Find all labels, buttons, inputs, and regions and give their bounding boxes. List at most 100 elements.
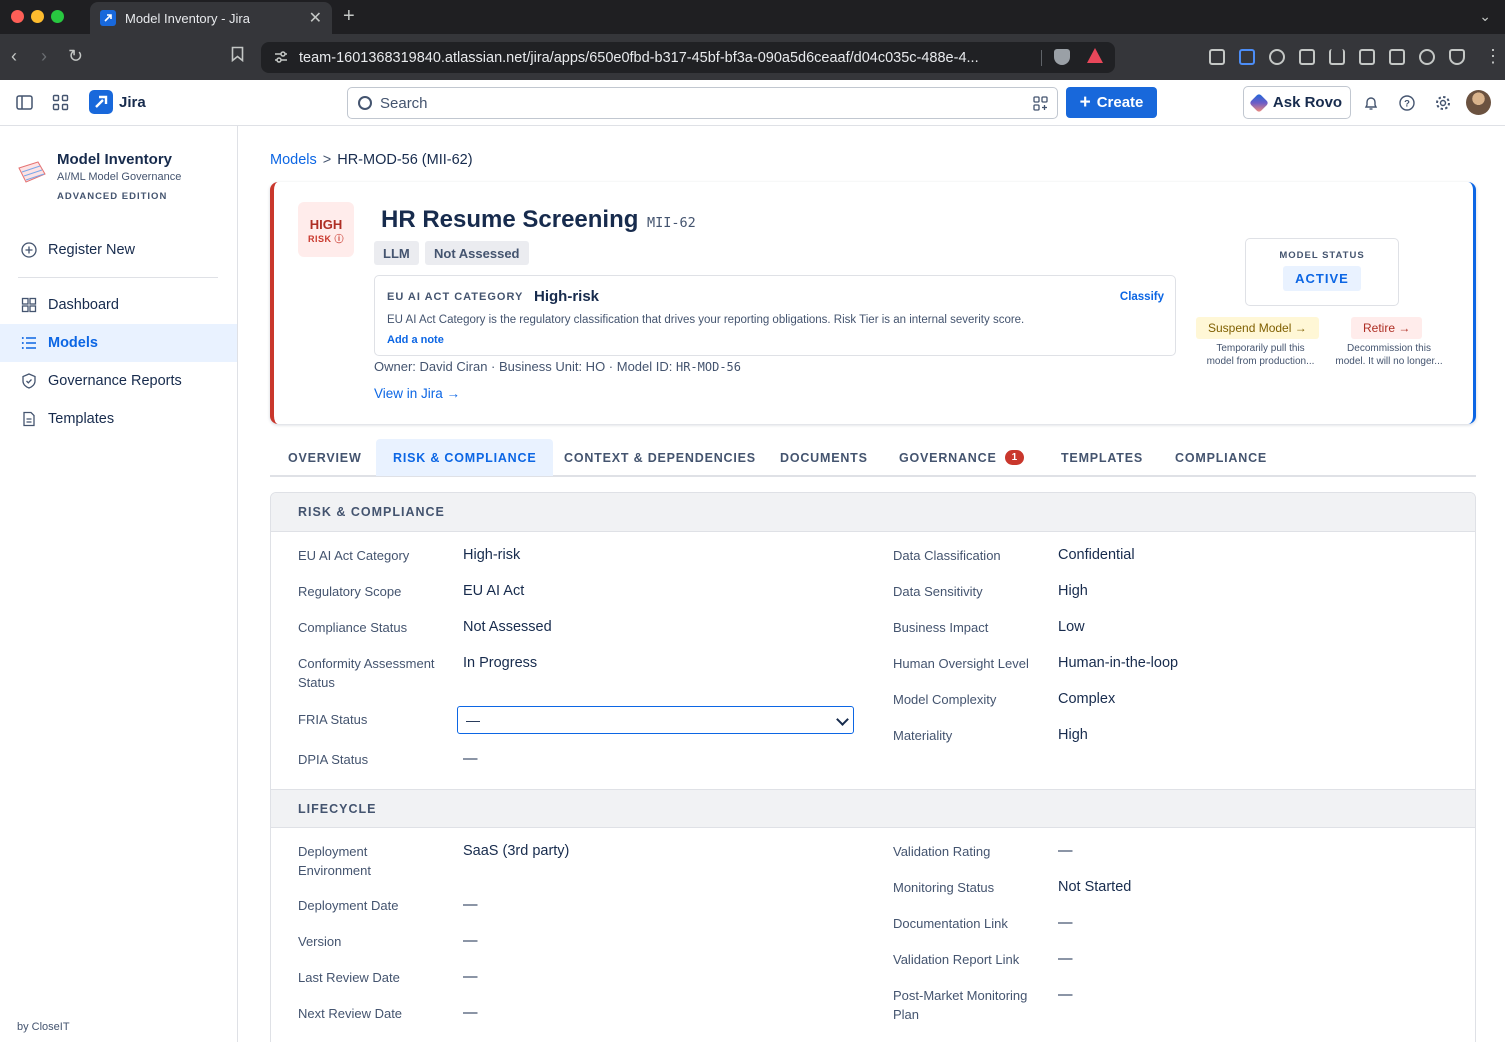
settings-gear-icon[interactable] <box>1435 95 1451 111</box>
field-label: Version <box>298 934 342 949</box>
create-button[interactable]: + Create <box>1066 87 1157 118</box>
search-icon <box>358 96 372 110</box>
downloads-icon[interactable] <box>1329 49 1345 65</box>
model-id: HR-MOD-56 <box>675 360 742 374</box>
field-value: — <box>463 933 478 949</box>
ask-rovo-label: Ask Rovo <box>1272 94 1343 111</box>
window-close-button[interactable] <box>11 10 24 23</box>
new-tab-icon[interactable]: + <box>343 5 355 28</box>
plus-icon: + <box>1079 92 1091 113</box>
tab-templates[interactable]: TEMPLATES <box>1061 439 1143 476</box>
suspend-description: Temporarily pull this model from product… <box>1196 342 1325 368</box>
tab-context-dependencies[interactable]: CONTEXT & DEPENDENCIES <box>564 439 756 476</box>
field-value: Confidential <box>1058 547 1135 563</box>
sidebar-divider <box>18 277 218 278</box>
view-in-jira-link[interactable]: View in Jira → <box>374 386 460 401</box>
sidebar-item-models[interactable]: Models <box>0 324 237 362</box>
field-value: Complex <box>1058 691 1116 707</box>
tab-governance[interactable]: GOVERNANCE 1 <box>899 439 1025 476</box>
field-label: Validation Report Link <box>893 952 1020 967</box>
sidebar-item-templates[interactable]: Templates <box>0 400 237 438</box>
field-value: Human-in-the-loop <box>1058 655 1179 671</box>
notifications-bell-icon[interactable] <box>1363 95 1379 111</box>
model-status-value: ACTIVE <box>1283 266 1361 291</box>
brave-rewards-icon[interactable] <box>1087 48 1103 63</box>
extension-icon[interactable] <box>1209 49 1225 65</box>
site-settings-icon[interactable] <box>273 49 289 65</box>
tab-list-chevron-icon[interactable]: ⌄ <box>1479 8 1491 25</box>
extension-icon[interactable] <box>1269 49 1285 65</box>
lifecycle-section-header: LIFECYCLE <box>271 789 1475 828</box>
field-label: DPIA Status <box>298 752 369 767</box>
sidebar-toggle-icon[interactable] <box>1359 49 1375 65</box>
retire-button[interactable]: Retire → <box>1351 317 1423 339</box>
leo-ai-icon[interactable] <box>1419 49 1435 65</box>
product-name[interactable]: Jira <box>119 94 146 111</box>
wallet-icon[interactable] <box>1389 49 1405 65</box>
tab-risk-compliance[interactable]: RISK & COMPLIANCE <box>376 439 554 476</box>
field-label: FRIA Status <box>298 712 368 727</box>
eu-category-value: High-risk <box>534 288 600 305</box>
field-label: Regulatory Scope <box>298 584 402 599</box>
help-icon[interactable]: ? <box>1399 95 1415 111</box>
issue-key: MII-62 <box>647 215 696 231</box>
field-label: Validation Rating <box>893 844 991 859</box>
sidebar-item-dashboard[interactable]: Dashboard <box>0 286 237 324</box>
back-icon[interactable]: ‹ <box>11 46 17 66</box>
browser-tab[interactable]: Model Inventory - Jira ✕ <box>90 2 332 34</box>
retire-description: Decommission this model. It will no long… <box>1330 342 1448 368</box>
sidebar-item-label: Templates <box>48 411 115 427</box>
address-bar[interactable]: team-1601368319840.atlassian.net/jira/ap… <box>261 42 1115 73</box>
sidebar-collapse-icon[interactable] <box>16 94 33 111</box>
close-tab-icon[interactable]: ✕ <box>309 8 322 28</box>
app-title: Model Inventory <box>57 151 173 168</box>
tab-overview[interactable]: OVERVIEW <box>288 439 362 476</box>
field-label: Conformity Assessment Status <box>298 656 435 690</box>
brave-shields-icon[interactable] <box>1054 49 1070 65</box>
search-filter-icon[interactable] <box>1033 96 1048 111</box>
reload-icon[interactable]: ↻ <box>68 46 83 66</box>
bookmark-icon[interactable] <box>231 46 244 66</box>
tab-compliance[interactable]: COMPLIANCE <box>1175 439 1267 476</box>
vpn-shield-icon[interactable] <box>1449 49 1465 65</box>
field-label: Documentation Link <box>893 916 1008 931</box>
field-value: EU AI Act <box>463 583 525 599</box>
search-placeholder: Search <box>380 94 428 112</box>
field-value: Not Assessed <box>463 619 552 635</box>
model-header-card: HIGH RISK ⓘ HR Resume Screening MII-62 L… <box>270 182 1476 424</box>
risk-level: HIGH <box>309 217 343 232</box>
breadcrumb-models-link[interactable]: Models <box>270 152 317 168</box>
details-panel: RISK & COMPLIANCE EU AI Act Category Hig… <box>270 492 1476 1042</box>
sidebar-item-governance-reports[interactable]: Governance Reports <box>0 362 237 400</box>
window-zoom-button[interactable] <box>51 10 64 23</box>
model-title: HR Resume Screening <box>381 206 639 233</box>
eu-category-description: EU AI Act Category is the regulatory cla… <box>387 314 1025 326</box>
ask-rovo-button[interactable]: Ask Rovo <box>1243 86 1351 119</box>
sidebar-footer: by CloseIT <box>17 1021 70 1033</box>
field-value: High <box>1058 727 1088 743</box>
extensions-puzzle-icon[interactable] <box>1299 49 1315 65</box>
browser-menu-icon[interactable]: ⋮ <box>1484 46 1502 66</box>
governance-count-badge: 1 <box>1004 450 1025 465</box>
user-avatar[interactable] <box>1466 90 1491 115</box>
app-switcher-icon[interactable] <box>52 94 69 111</box>
sidebar-item-label: Dashboard <box>48 297 119 313</box>
tab-governance-label: GOVERNANCE <box>899 450 997 465</box>
extension-icon[interactable] <box>1239 49 1255 65</box>
tab-documents[interactable]: DOCUMENTS <box>780 439 868 476</box>
add-note-link[interactable]: Add a note <box>387 334 444 346</box>
sidebar-item-register-new[interactable]: Register New <box>0 231 237 269</box>
suspend-model-button[interactable]: Suspend Model → <box>1196 317 1319 339</box>
owner-text: Owner: David Ciran · Business Unit: HO ·… <box>374 359 676 374</box>
window-minimize-button[interactable] <box>31 10 44 23</box>
search-input[interactable]: Search <box>347 87 1058 119</box>
fria-status-select[interactable]: — <box>457 706 854 734</box>
field-label: Deployment Environment <box>298 844 371 878</box>
forward-icon[interactable]: › <box>41 46 47 66</box>
suspend-description-line: Temporarily pull this <box>1216 343 1305 354</box>
suspend-description-line: model from production... <box>1206 356 1315 367</box>
eu-ai-act-category-box: EU AI ACT CATEGORY High-risk Classify EU… <box>374 275 1176 356</box>
browser-tab-bar: Model Inventory - Jira ✕ + ⌄ <box>0 0 1505 34</box>
classify-link[interactable]: Classify <box>1120 291 1164 303</box>
jira-logo-icon[interactable] <box>89 90 113 114</box>
